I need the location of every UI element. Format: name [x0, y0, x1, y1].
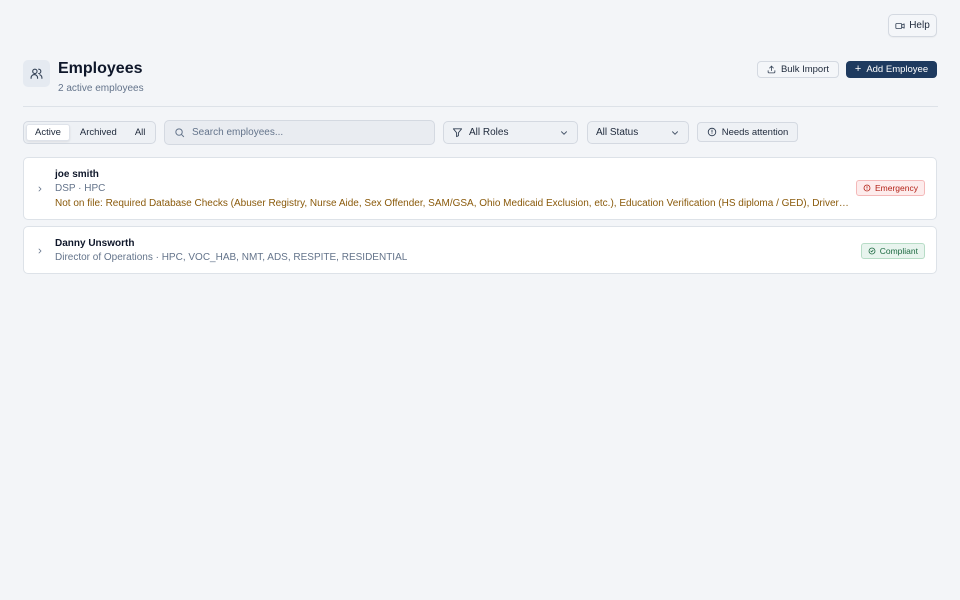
status-select[interactable]: All Status — [587, 121, 689, 144]
employee-role: DSP · HPC — [55, 183, 106, 194]
alert-circle-icon — [707, 127, 716, 137]
chevron-down-icon — [561, 131, 567, 135]
employee-role: Director of Operations · HPC, VOC_HAB, N… — [55, 252, 408, 263]
chevron-right-icon[interactable] — [36, 247, 44, 255]
employee-name: Danny Unsworth — [55, 238, 135, 249]
status-badge-label: Compliant — [879, 246, 918, 256]
upload-icon — [767, 65, 776, 74]
status-badge: Emergency — [856, 180, 925, 196]
filter-icon — [452, 128, 463, 138]
add-employee-button[interactable]: + Add Employee — [846, 61, 937, 78]
tab-archived[interactable]: Archived — [72, 124, 125, 141]
alert-circle-icon — [863, 184, 871, 192]
search-icon — [175, 128, 185, 138]
roles-select[interactable]: All Roles — [443, 121, 578, 144]
video-icon — [895, 22, 905, 29]
add-employee-label: Add Employee — [866, 64, 929, 75]
status-badge: Compliant — [860, 243, 925, 259]
plus-icon: + — [854, 63, 862, 75]
needs-attention-button[interactable]: Needs attention — [697, 122, 798, 142]
tab-all[interactable]: All — [127, 124, 154, 141]
status-badge-label: Emergency — [875, 183, 918, 193]
search-box — [164, 120, 435, 145]
help-label: Help — [909, 20, 930, 31]
missing-documents-warning: Not on file: Required Database Checks (A… — [55, 198, 851, 209]
page-title: Employees — [58, 60, 143, 77]
chevron-right-icon[interactable] — [36, 185, 44, 193]
bulk-import-button[interactable]: Bulk Import — [757, 61, 839, 78]
check-circle-icon — [868, 247, 876, 255]
page-subtitle: 2 active employees — [58, 83, 144, 94]
header-divider — [23, 106, 938, 107]
roles-select-value: All Roles — [469, 127, 509, 138]
search-input[interactable] — [192, 127, 422, 138]
employee-row[interactable]: Danny Unsworth Director of Operations · … — [23, 226, 937, 274]
status-select-value: All Status — [596, 127, 639, 138]
users-icon — [23, 60, 50, 87]
employee-name: joe smith — [55, 169, 99, 180]
chevron-down-icon — [672, 131, 678, 135]
help-button[interactable]: Help — [888, 14, 937, 37]
needs-attention-label: Needs attention — [721, 126, 789, 138]
status-tabs: Active Archived All — [23, 121, 156, 144]
tab-active[interactable]: Active — [26, 124, 70, 141]
employee-row[interactable]: joe smith DSP · HPC Not on file: Require… — [23, 157, 937, 220]
bulk-import-label: Bulk Import — [780, 64, 830, 75]
